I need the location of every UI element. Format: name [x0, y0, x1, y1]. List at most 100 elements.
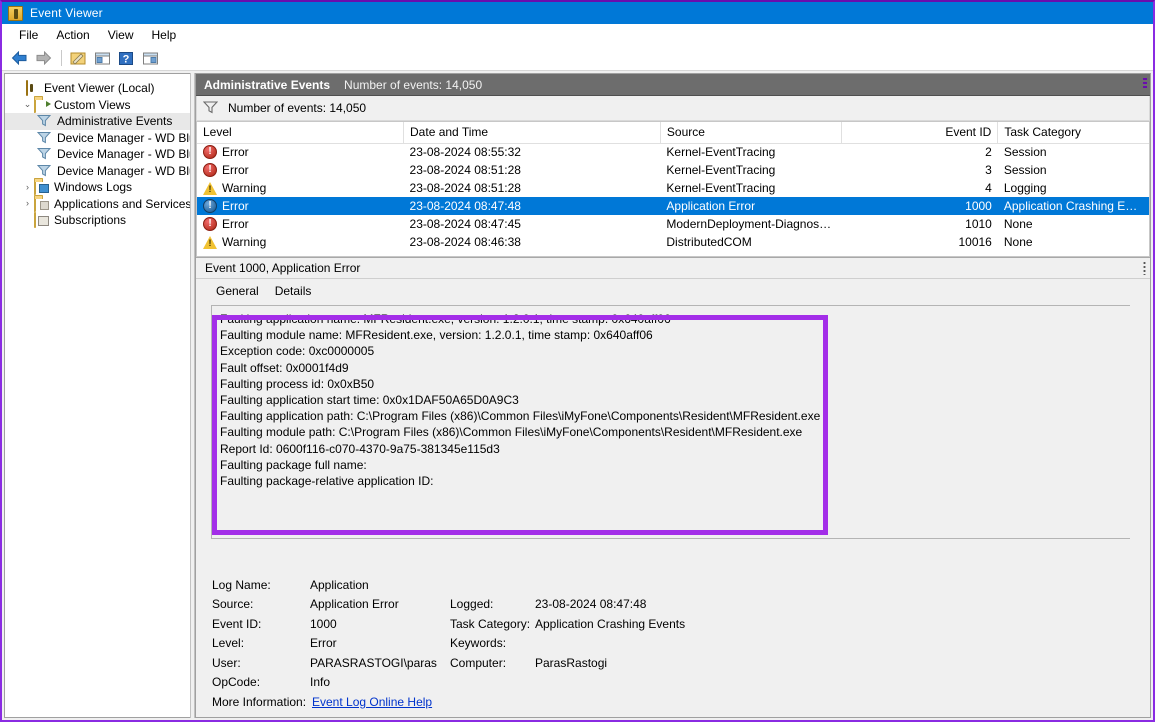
- folder-apps-icon: [34, 195, 50, 212]
- cell-datetime: 23-08-2024 08:51:28: [409, 181, 521, 195]
- event-count-label: Number of events: 14,050: [344, 77, 483, 92]
- detail-scroll-indicator[interactable]: [1143, 78, 1147, 90]
- table-header-row: Level Date and Time Source Event ID Task…: [197, 122, 1149, 144]
- cell-source: Kernel-EventTracing: [666, 163, 776, 177]
- cell-task-category: None: [1003, 235, 1033, 249]
- cell-event-id: 1010: [965, 217, 992, 231]
- sidebar-item-event-viewer-local[interactable]: Event Viewer (Local): [5, 80, 190, 97]
- error-icon: [203, 163, 217, 177]
- table-row[interactable]: Warning 23-08-2024 08:46:38 DistributedC…: [197, 233, 1149, 251]
- event-log-online-help-link[interactable]: Event Log Online Help: [312, 695, 432, 709]
- metadata-row-source: Source: Application Error Logged: 23-08-…: [212, 595, 1150, 615]
- tree-twisty-collapsed[interactable]: ›: [21, 182, 34, 192]
- column-header-task-category[interactable]: Task Category: [997, 122, 1149, 144]
- description-line: Fault offset: 0x0001f4d9: [220, 360, 349, 375]
- sidebar-item-label: Subscriptions: [54, 213, 127, 228]
- sidebar-item-device-manager-2[interactable]: Device Manager - WD Blu: [5, 146, 190, 163]
- metadata-value: Application Error: [310, 597, 399, 612]
- cell-task-category: None: [1003, 217, 1033, 231]
- toolbar: ?: [2, 46, 1153, 71]
- column-header-date-and-time[interactable]: Date and Time: [403, 122, 661, 144]
- menu-view[interactable]: View: [99, 26, 143, 44]
- table-row[interactable]: Warning 23-08-2024 08:51:28 Kernel-Event…: [197, 179, 1149, 197]
- show-hide-action-pane-button[interactable]: [139, 48, 161, 68]
- console-tree: Event Viewer (Local) ⌄ Custom Views Admi…: [4, 73, 190, 718]
- results-pane-header: Administrative Events Number of events: …: [196, 74, 1150, 96]
- column-header-event-id[interactable]: Event ID: [841, 122, 999, 144]
- page-title: Administrative Events: [204, 77, 331, 92]
- table-row[interactable]: Error 23-08-2024 08:55:32 Kernel-EventTr…: [197, 143, 1149, 161]
- filter-icon: [36, 114, 53, 128]
- event-description-textbox[interactable]: Faulting application name: MFResident.ex…: [211, 305, 1130, 539]
- cell-source: ModernDeployment-Diagnos…: [666, 217, 832, 231]
- sidebar-item-device-manager-1[interactable]: Device Manager - WD Blu: [5, 130, 190, 147]
- tab-general[interactable]: General: [208, 282, 267, 301]
- metadata-label: Level:: [212, 636, 245, 651]
- sidebar-item-device-manager-3[interactable]: Device Manager - WD Blu: [5, 163, 190, 180]
- description-line: Exception code: 0xc0000005: [220, 344, 375, 359]
- sidebar-item-custom-views[interactable]: ⌄ Custom Views: [5, 96, 190, 114]
- toolbar-separator: [61, 50, 62, 66]
- cell-source: Kernel-EventTracing: [666, 145, 776, 160]
- menu-file[interactable]: File: [10, 26, 47, 44]
- sidebar-item-label: Device Manager - WD Blu: [57, 130, 190, 145]
- description-line: Faulting package-relative application ID…: [220, 474, 434, 489]
- forward-button[interactable]: [32, 48, 54, 68]
- filter-summary-bar[interactable]: Number of events: 14,050: [196, 96, 1150, 121]
- folder-arrow-icon: [34, 96, 50, 113]
- table-row[interactable]: Error 23-08-2024 08:51:28 Kernel-EventTr…: [197, 161, 1149, 179]
- event-table-body: Error 23-08-2024 08:55:32 Kernel-EventTr…: [197, 143, 1149, 251]
- cell-level: Error: [197, 161, 404, 179]
- filter-icon: [36, 131, 53, 145]
- filter-icon: [36, 164, 53, 178]
- event-viewer-icon: [8, 5, 23, 21]
- properties-button[interactable]: [91, 48, 113, 68]
- cell-event-id: 1000: [841, 197, 998, 215]
- metadata-label: Logged:: [450, 597, 494, 612]
- metadata-row-event-id: Event ID: 1000 Task Category: Applicatio…: [212, 614, 1150, 634]
- metadata-value: Error: [310, 636, 337, 651]
- sidebar-item-label: Event Viewer (Local): [44, 81, 155, 96]
- warning-icon: [203, 235, 217, 249]
- sidebar-item-label: Administrative Events: [57, 114, 173, 129]
- detail-scroll-grip[interactable]: [1143, 261, 1146, 275]
- menu-help[interactable]: Help: [143, 26, 186, 44]
- cell-level: Warning: [197, 233, 404, 251]
- metadata-row-log-name: Log Name: Application: [212, 575, 1150, 595]
- cell-source: Application Error: [660, 197, 842, 215]
- tab-details[interactable]: Details: [267, 282, 320, 301]
- tree-twisty-collapsed[interactable]: ›: [21, 199, 34, 208]
- cell-datetime: 23-08-2024 08:47:45: [409, 217, 521, 231]
- column-header-source[interactable]: Source: [660, 122, 843, 144]
- warning-icon: [203, 181, 217, 195]
- sidebar-item-administrative-events[interactable]: Administrative Events: [5, 113, 190, 130]
- folder-windows-icon: [34, 179, 50, 196]
- show-hide-console-tree-button[interactable]: [67, 48, 89, 68]
- sidebar-item-label: Device Manager - WD Blu: [57, 147, 190, 162]
- metadata-label: OpCode:: [212, 675, 261, 690]
- window-title: Event Viewer: [30, 6, 103, 20]
- pencil-folder-icon: [70, 52, 85, 65]
- description-line: Faulting process id: 0x0xB50: [220, 376, 375, 391]
- menu-action[interactable]: Action: [47, 26, 98, 44]
- error-icon: [203, 217, 217, 231]
- help-button[interactable]: ?: [115, 48, 137, 68]
- sidebar-item-windows-logs[interactable]: › Windows Logs: [5, 179, 190, 196]
- metadata-label: More Information:: [212, 694, 307, 709]
- table-row[interactable]: Error 23-08-2024 08:47:45 ModernDeployme…: [197, 215, 1149, 233]
- table-row-selected[interactable]: Error 23-08-2024 08:47:48 Application Er…: [197, 197, 1149, 215]
- cell-event-id: 3: [985, 163, 992, 177]
- left-arrow-icon: [11, 51, 26, 65]
- back-button[interactable]: [8, 48, 30, 68]
- description-line: Faulting application path: C:\Program Fi…: [220, 409, 821, 424]
- window-pane-left-icon: [94, 52, 110, 64]
- tree-twisty-expanded[interactable]: ⌄: [21, 100, 34, 109]
- event-list[interactable]: Level Date and Time Source Event ID Task…: [196, 121, 1150, 257]
- description-line: Faulting application name: MFResident.ex…: [220, 312, 671, 326]
- sidebar-item-subscriptions[interactable]: Subscriptions: [5, 212, 190, 229]
- metadata-value: 23-08-2024 08:47:48: [535, 597, 647, 612]
- sidebar-item-applications-and-services-logs[interactable]: › Applications and Services Log: [5, 195, 190, 213]
- metadata-label: Log Name:: [212, 577, 271, 592]
- column-header-level[interactable]: Level: [197, 122, 405, 144]
- metadata-label: Task Category:: [450, 616, 531, 631]
